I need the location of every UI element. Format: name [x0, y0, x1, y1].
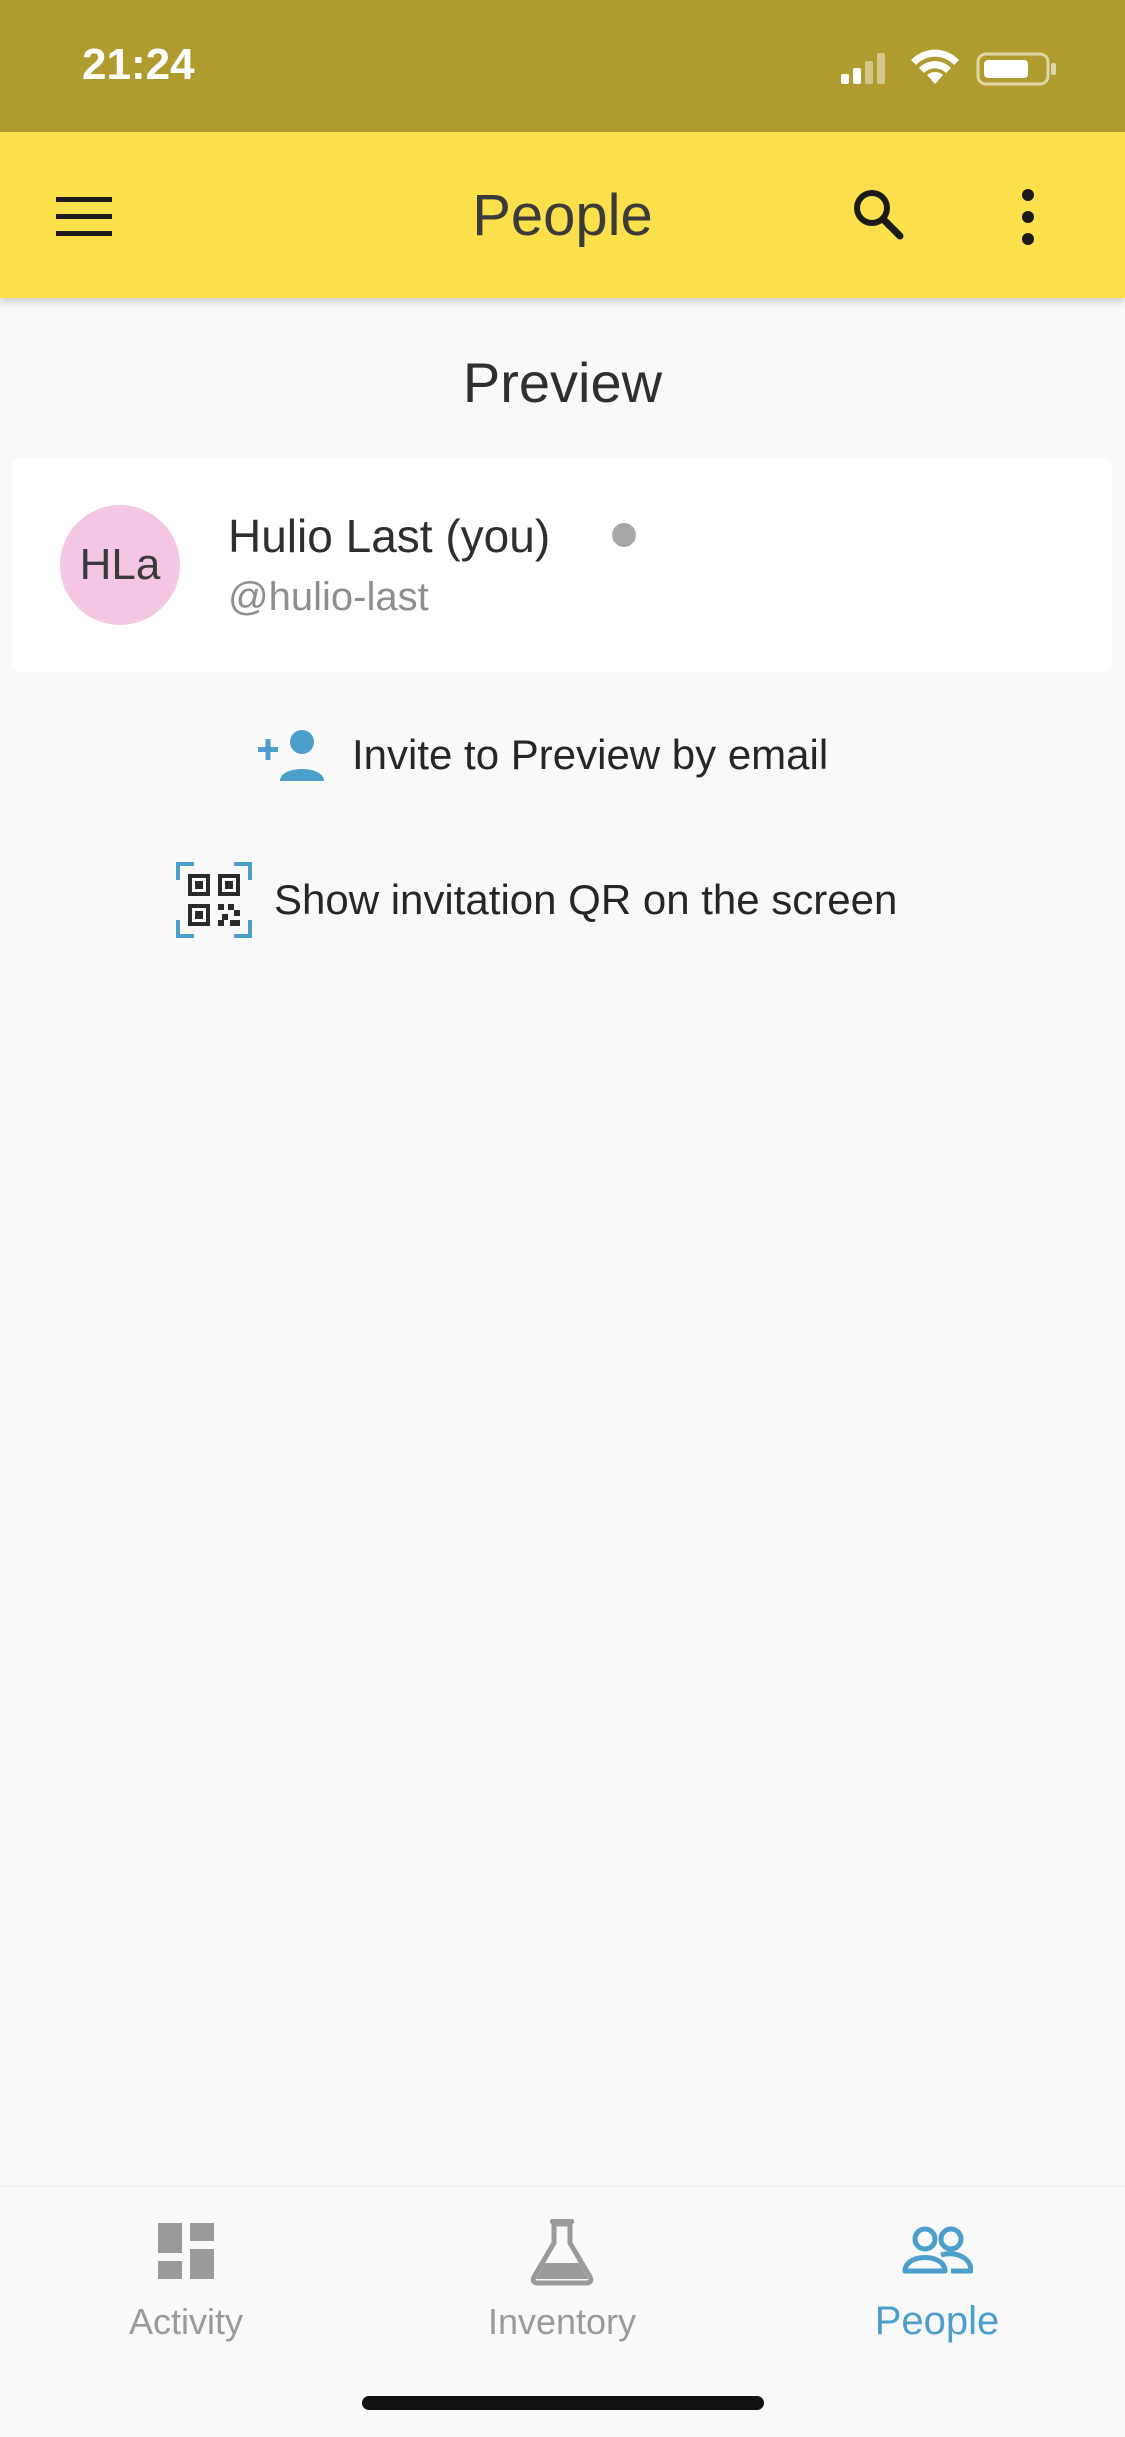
invite-email-button[interactable]: Invite to Preview by email — [0, 710, 1125, 800]
avatar-initials: HLa — [79, 540, 161, 589]
more-options-button[interactable] — [1005, 177, 1055, 257]
avatar: HLa — [60, 505, 180, 625]
more-vert-icon — [1022, 189, 1034, 245]
battery-icon — [976, 52, 1056, 86]
person-add-icon — [258, 730, 324, 781]
invite-email-label: Invite to Preview by email — [352, 731, 829, 778]
nav-inventory[interactable]: Inventory — [412, 2215, 712, 2365]
flask-icon — [530, 2219, 594, 2286]
app-bar: People — [0, 132, 1125, 298]
search-icon — [854, 190, 904, 240]
member-row[interactable]: HLa Hulio Last (you) @hulio-last — [12, 457, 1112, 672]
status-icons — [825, 48, 1085, 88]
search-button[interactable] — [838, 174, 918, 254]
invite-qr-label: Show invitation QR on the screen — [274, 876, 898, 923]
status-dot — [612, 523, 636, 547]
signal-icon — [841, 53, 885, 84]
home-indicator[interactable] — [362, 2396, 764, 2410]
wifi-icon — [911, 49, 959, 84]
dashboard-icon — [158, 2223, 214, 2279]
nav-inventory-label: Inventory — [487, 2301, 637, 2342]
nav-people[interactable]: People — [787, 2215, 1087, 2365]
nav-activity-label: Activity — [128, 2301, 243, 2342]
nav-activity[interactable]: Activity — [36, 2215, 336, 2365]
status-time: 21:24 — [82, 40, 195, 89]
member-handle: @hulio-last — [228, 575, 429, 619]
nav-people-label: People — [874, 2299, 1000, 2343]
group-title: Preview — [462, 351, 663, 414]
member-name: Hulio Last (you) — [228, 510, 551, 562]
page-title: People — [472, 183, 653, 248]
status-bar: 21:24 — [0, 0, 1125, 132]
invite-qr-button[interactable]: Show invitation QR on the screen — [0, 855, 1125, 945]
qr-code-icon — [176, 862, 252, 938]
people-icon — [902, 2226, 973, 2274]
